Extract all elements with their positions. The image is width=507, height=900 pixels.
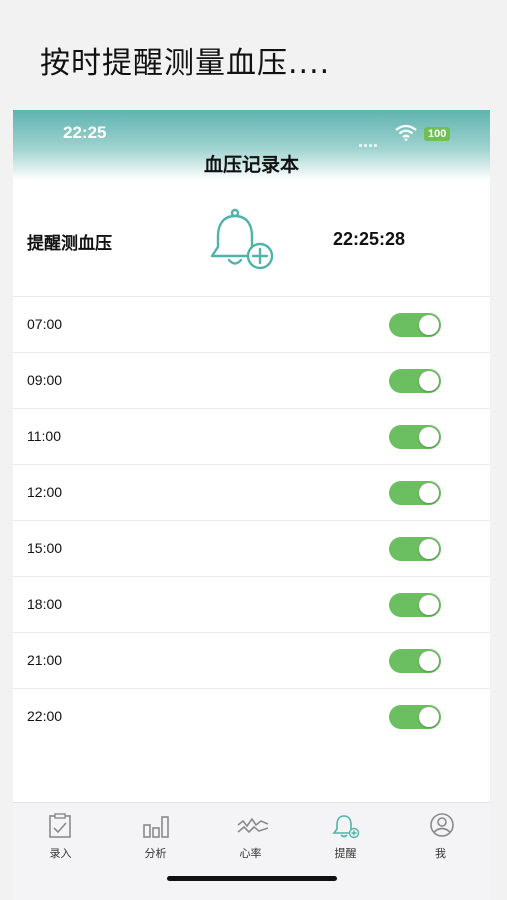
tab-label: 录入 xyxy=(49,847,72,860)
bell-add-icon[interactable] xyxy=(205,208,285,274)
tab-label: 提醒 xyxy=(334,847,357,860)
alarm-row: 11:00 xyxy=(13,409,490,465)
signal-icon xyxy=(359,132,389,147)
alarm-row: 09:00 xyxy=(13,353,490,409)
battery-badge: 100 xyxy=(424,127,451,141)
tab-label: 心率 xyxy=(239,847,262,860)
tab-reminder[interactable]: 提醒 xyxy=(298,803,393,863)
alarm-row: 15:00 xyxy=(13,521,490,577)
alarm-row: 21:00 xyxy=(13,633,490,689)
home-indicator xyxy=(167,876,337,881)
header: 22:25 100 血压记录本 xyxy=(13,110,490,180)
reminder-label: 提醒测血压 xyxy=(27,234,112,254)
alarm-toggle[interactable] xyxy=(389,425,441,449)
tab-entry[interactable]: 录入 xyxy=(13,803,108,863)
status-time: 22:25 xyxy=(63,123,107,142)
user-icon xyxy=(430,813,454,837)
phone-screen: 22:25 100 血压记录本 提醒测血压 22:25:28 07:00 09:… xyxy=(13,110,490,900)
alarm-time: 07:00 xyxy=(27,316,63,332)
bell-icon xyxy=(332,815,360,839)
alarm-time: 12:00 xyxy=(27,484,63,500)
alarm-toggle[interactable] xyxy=(389,537,441,561)
tab-heart-rate[interactable]: 心率 xyxy=(203,803,298,863)
alarm-time: 11:00 xyxy=(27,428,61,444)
current-time: 22:25:28 xyxy=(333,229,406,249)
reminder-card: 提醒测血压 22:25:28 xyxy=(13,182,490,297)
alarm-time: 21:00 xyxy=(27,652,63,668)
page-title: 血压记录本 xyxy=(203,154,299,176)
alarm-toggle[interactable] xyxy=(389,649,441,673)
alarm-toggle[interactable] xyxy=(389,481,441,505)
clipboard-icon xyxy=(49,813,71,838)
alarm-row: 12:00 xyxy=(13,465,490,521)
promo-caption: 按时提醒测量血压.... xyxy=(40,46,331,81)
tab-bar: 录入 分析 心率 提醒 我 xyxy=(13,802,490,900)
alarm-row: 18:00 xyxy=(13,577,490,633)
alarm-toggle[interactable] xyxy=(389,369,441,393)
tab-analysis[interactable]: 分析 xyxy=(108,803,203,863)
alarm-list: 07:00 09:00 11:00 12:00 15:00 18:00 21:0… xyxy=(13,297,490,744)
alarm-toggle[interactable] xyxy=(389,705,441,729)
tab-label: 我 xyxy=(435,847,446,860)
alarm-time: 22:00 xyxy=(27,708,63,724)
alarm-time: 09:00 xyxy=(27,372,63,388)
alarm-row: 22:00 xyxy=(13,689,490,744)
alarm-time: 18:00 xyxy=(27,596,63,612)
heartbeat-icon xyxy=(237,817,269,834)
alarm-row: 07:00 xyxy=(13,297,490,353)
tab-me[interactable]: 我 xyxy=(393,803,488,863)
alarm-toggle[interactable] xyxy=(389,593,441,617)
wifi-icon xyxy=(395,125,417,141)
bar-chart-icon xyxy=(143,816,169,838)
tab-label: 分析 xyxy=(144,847,167,860)
alarm-time: 15:00 xyxy=(27,540,63,556)
alarm-toggle[interactable] xyxy=(389,313,441,337)
